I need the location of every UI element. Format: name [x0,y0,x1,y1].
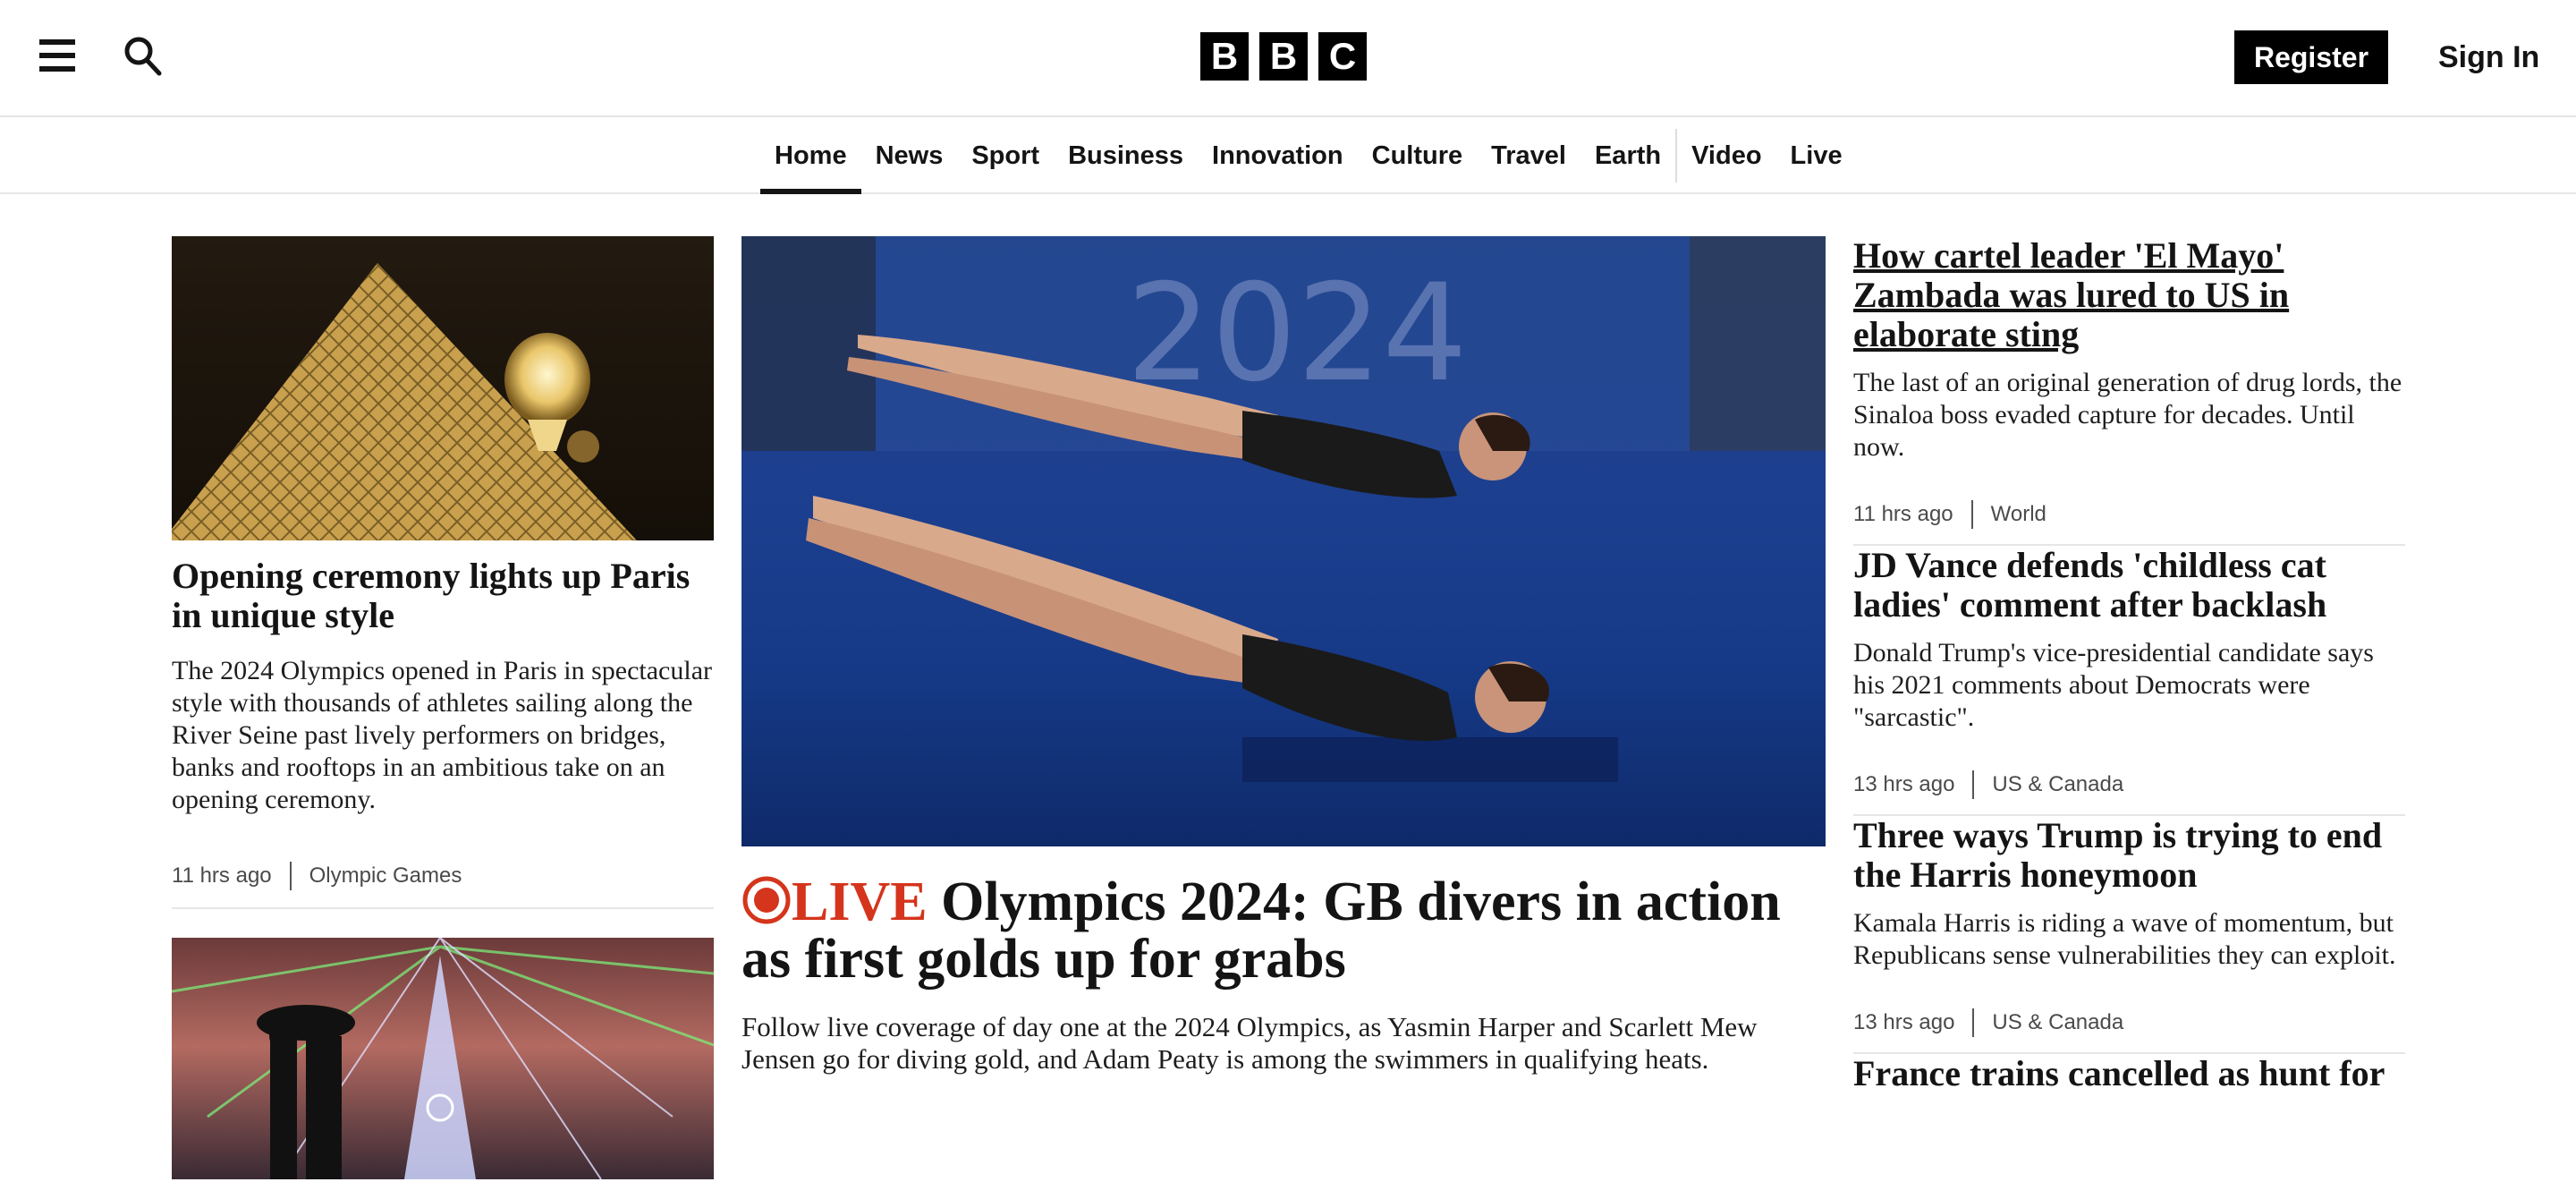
story-section[interactable]: US & Canada [1992,772,2123,797]
nav-earth[interactable]: Earth [1580,117,1675,194]
story-headline[interactable]: Three ways Trump is trying to end the Ha… [1853,816,2405,895]
story-section[interactable]: US & Canada [1992,1010,2123,1035]
image-watermark-text: 2024 [1126,256,1468,412]
search-icon[interactable] [123,36,163,77]
story-section[interactable]: World [1991,502,2046,527]
right-column: How cartel leader 'El Mayo' Zambada was … [1853,236,2405,1108]
sign-in-link[interactable]: Sign In [2438,36,2539,79]
divers-image[interactable]: 2024 [741,236,1826,846]
live-icon [742,876,791,924]
bbc-logo[interactable]: B B C [1200,32,1367,81]
nav-sport[interactable]: Sport [957,117,1054,194]
story-headline[interactable]: How cartel leader 'El Mayo' Zambada was … [1853,236,2405,354]
nav-news[interactable]: News [861,117,958,194]
nav-video[interactable]: Video [1677,117,1775,194]
meta-divider [1970,500,1973,529]
top-bar: B B C Register Sign In [0,0,2576,117]
story-item: JD Vance defends 'childless cat ladies' … [1853,546,2405,814]
logo-letter-b1: B [1200,32,1249,81]
story-time: 13 hrs ago [1853,772,1955,796]
story-item: Three ways Trump is trying to end the Ha… [1853,816,2405,1052]
nav-travel[interactable]: Travel [1477,117,1580,194]
story-summary: Kamala Harris is riding a wave of moment… [1853,908,2396,970]
hamburger-menu-icon[interactable] [39,39,75,73]
logo-letter-b2: B [1259,32,1308,81]
live-label: LIVE [792,872,928,932]
story-summary: Donald Trump's vice-presidential candida… [1853,638,2374,732]
nav-business[interactable]: Business [1054,117,1198,194]
story-meta: 13 hrs ago US & Canada [1853,770,2405,800]
nav-live[interactable]: Live [1776,117,1857,194]
story-time: 11 hrs ago [172,863,272,888]
story-time: 13 hrs ago [1853,1010,1955,1034]
louvre-pyramid-image[interactable] [172,236,714,540]
register-button[interactable]: Register [2234,30,2388,84]
divider [172,907,714,909]
story-headline[interactable]: JD Vance defends 'childless cat ladies' … [1853,546,2405,625]
story-summary: The last of an original generation of dr… [1853,368,2402,462]
live-badge: LIVE [741,872,941,932]
story-meta: 11 hrs ago Olympic Games [172,861,714,891]
nav-culture[interactable]: Culture [1358,117,1478,194]
story-headline[interactable]: Opening ceremony lights up Paris in uniq… [172,557,714,635]
story-item: How cartel leader 'El Mayo' Zambada was … [1853,236,2405,544]
story-headline[interactable]: France trains cancelled as hunt for [1853,1054,2405,1093]
meta-divider [1972,770,1975,799]
nav-innovation[interactable]: Innovation [1198,117,1358,194]
story-item: France trains cancelled as hunt for [1853,1054,2405,1108]
main-headline[interactable]: LIVE Olympics 2024: GB divers in action … [741,873,1826,988]
logo-letter-c: C [1318,32,1367,81]
story-meta: 13 hrs ago US & Canada [1853,1008,2405,1038]
section-navigation: Home News Sport Business Innovation Cult… [0,117,2576,194]
story-summary: The 2024 Olympics opened in Paris in spe… [172,656,713,814]
left-column: Opening ceremony lights up Paris in uniq… [172,236,714,1179]
story-time: 11 hrs ago [1853,502,1953,526]
main-column: 2024 LIVE Olympics 2024: GB divers in ac… [741,236,1826,1076]
meta-divider [289,862,292,890]
story-meta: 11 hrs ago World [1853,499,2405,530]
main-summary: Follow live coverage of day one at the 2… [741,1011,1758,1075]
story-section[interactable]: Olympic Games [309,863,462,889]
nav-home[interactable]: Home [760,117,861,194]
meta-divider [1972,1008,1975,1037]
eiffel-tower-image[interactable] [172,938,714,1179]
